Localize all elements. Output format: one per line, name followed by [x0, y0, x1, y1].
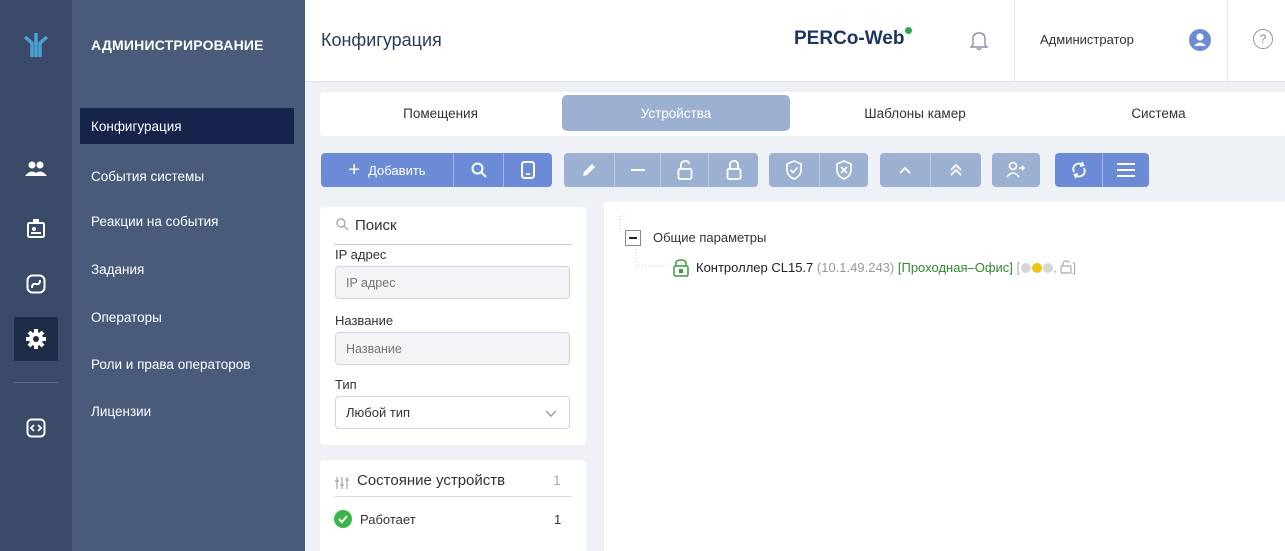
- search-input[interactable]: Поиск: [334, 217, 572, 245]
- gear-icon[interactable]: [14, 317, 58, 361]
- toolbar-group-edit: [564, 153, 758, 187]
- tab-rooms[interactable]: Помещения: [322, 95, 559, 131]
- double-chevron-up-icon[interactable]: [930, 153, 981, 187]
- toolbar-group-move: [880, 153, 981, 187]
- rail-divider: [14, 382, 58, 383]
- lock-icon[interactable]: [708, 153, 758, 187]
- route-icon[interactable]: [14, 262, 58, 306]
- toolbar-group-transfer: [992, 153, 1040, 187]
- device-state-title: Состояние устройств: [357, 472, 506, 489]
- menu-item-event-reactions[interactable]: Реакции на события: [80, 203, 294, 239]
- header-divider: [1227, 0, 1228, 82]
- icon-rail: [0, 0, 72, 551]
- controller-lock-icon: [673, 259, 689, 277]
- perco-logo-icon[interactable]: [0, 0, 72, 90]
- status-dot-icon: [1032, 263, 1043, 273]
- menu-item-operators[interactable]: Операторы: [80, 299, 294, 335]
- status-close-bracket: ]: [1072, 260, 1077, 275]
- ip-label: IP адрес: [335, 247, 387, 262]
- add-button[interactable]: + Добавить: [321, 153, 453, 187]
- tab-system[interactable]: Система: [1035, 95, 1282, 131]
- edit-icon[interactable]: [564, 153, 614, 187]
- user-name[interactable]: Администратор: [1040, 32, 1134, 47]
- check-icon: [334, 510, 352, 528]
- header-bar: Конфигурация PERCo-Web Администратор ?: [305, 0, 1285, 82]
- tree-node-controller[interactable]: Контроллер CL15.7 (10.1.49.243) [Проходн…: [696, 260, 1076, 275]
- code-icon[interactable]: [14, 406, 58, 450]
- tab-devices[interactable]: Устройства: [562, 95, 790, 131]
- device-state-panel: Состояние устройств 1 Работает 1: [320, 460, 586, 551]
- menu-item-licenses[interactable]: Лицензии: [80, 393, 294, 429]
- ip-field[interactable]: [335, 266, 570, 299]
- avatar[interactable]: [1189, 29, 1211, 51]
- search-label: Поиск: [355, 217, 397, 234]
- status-working-label[interactable]: Работает: [360, 512, 416, 527]
- device-state-count: 1: [553, 472, 561, 488]
- search-icon: [336, 218, 349, 231]
- menu-heading: АДМИНИСТРИРОВАНИЕ: [91, 37, 264, 53]
- type-label: Тип: [335, 377, 357, 392]
- tree-root-label[interactable]: Общие параметры: [653, 230, 766, 245]
- name-label: Название: [335, 313, 394, 328]
- name-field[interactable]: [335, 332, 570, 365]
- menu-icon[interactable]: [1102, 153, 1149, 187]
- controller-name: Контроллер CL15.7: [696, 260, 814, 275]
- controller-ip: (10.1.49.243): [816, 260, 895, 275]
- badge-icon[interactable]: [14, 206, 58, 250]
- status-dot-icon: [1021, 263, 1032, 273]
- controller-room: [Проходная–Офис]: [897, 260, 1013, 275]
- menu-item-system-events[interactable]: События системы: [80, 158, 294, 194]
- status-open-bracket: [: [1016, 260, 1021, 275]
- plus-icon: +: [348, 159, 361, 181]
- sliders-icon: [335, 477, 349, 489]
- search-icon[interactable]: [453, 153, 503, 187]
- shield-cross-icon[interactable]: [819, 153, 868, 187]
- refresh-icon[interactable]: [1055, 153, 1102, 187]
- toolbar-group-shield: [769, 153, 868, 187]
- divider: [334, 496, 572, 497]
- menu-item-tasks[interactable]: Задания: [80, 251, 294, 287]
- toolbar-group-add: + Добавить: [321, 153, 552, 187]
- help-icon[interactable]: ?: [1253, 29, 1273, 49]
- unlock-icon: [1060, 260, 1072, 274]
- bell-icon[interactable]: [967, 28, 991, 52]
- chevron-down-icon: [545, 410, 557, 417]
- type-select-value: Любой тип: [346, 405, 411, 420]
- admin-menu: АДМИНИСТРИРОВАНИЕ Конфигурация События с…: [72, 0, 305, 551]
- brand-name: PERCo-Web: [794, 28, 905, 49]
- device-tree: Общие параметры Контроллер CL15.7 (10.1.…: [604, 202, 1285, 551]
- type-select[interactable]: Любой тип: [335, 396, 570, 429]
- add-button-label: Добавить: [368, 162, 426, 178]
- minus-icon[interactable]: [614, 153, 660, 187]
- toolbar-group-view: [1055, 153, 1149, 187]
- brand-dot-icon: [905, 27, 913, 34]
- shield-check-icon[interactable]: [769, 153, 819, 187]
- status-dot-icon: [1043, 263, 1054, 273]
- tree-lines: [619, 215, 668, 267]
- tab-camera-templates[interactable]: Шаблоны камер: [795, 95, 1035, 131]
- unlock-icon[interactable]: [660, 153, 708, 187]
- status-working-count: 1: [554, 512, 562, 527]
- chevron-up-icon[interactable]: [880, 153, 930, 187]
- tab-bar: Помещения Устройства Шаблоны камер Систе…: [320, 92, 1285, 136]
- filter-panel: Поиск IP адрес Название Тип Любой тип: [320, 207, 586, 445]
- collapse-icon[interactable]: [625, 230, 641, 246]
- menu-item-operator-roles[interactable]: Роли и права операторов: [80, 346, 294, 382]
- brand-logo: PERCo-Web: [794, 27, 913, 50]
- menu-item-configuration[interactable]: Конфигурация: [80, 108, 294, 144]
- user-transfer-icon[interactable]: [992, 153, 1040, 187]
- users-icon[interactable]: [14, 147, 58, 191]
- device-icon[interactable]: [503, 153, 551, 187]
- header-divider: [1014, 0, 1015, 82]
- page-title: Конфигурация: [321, 30, 442, 50]
